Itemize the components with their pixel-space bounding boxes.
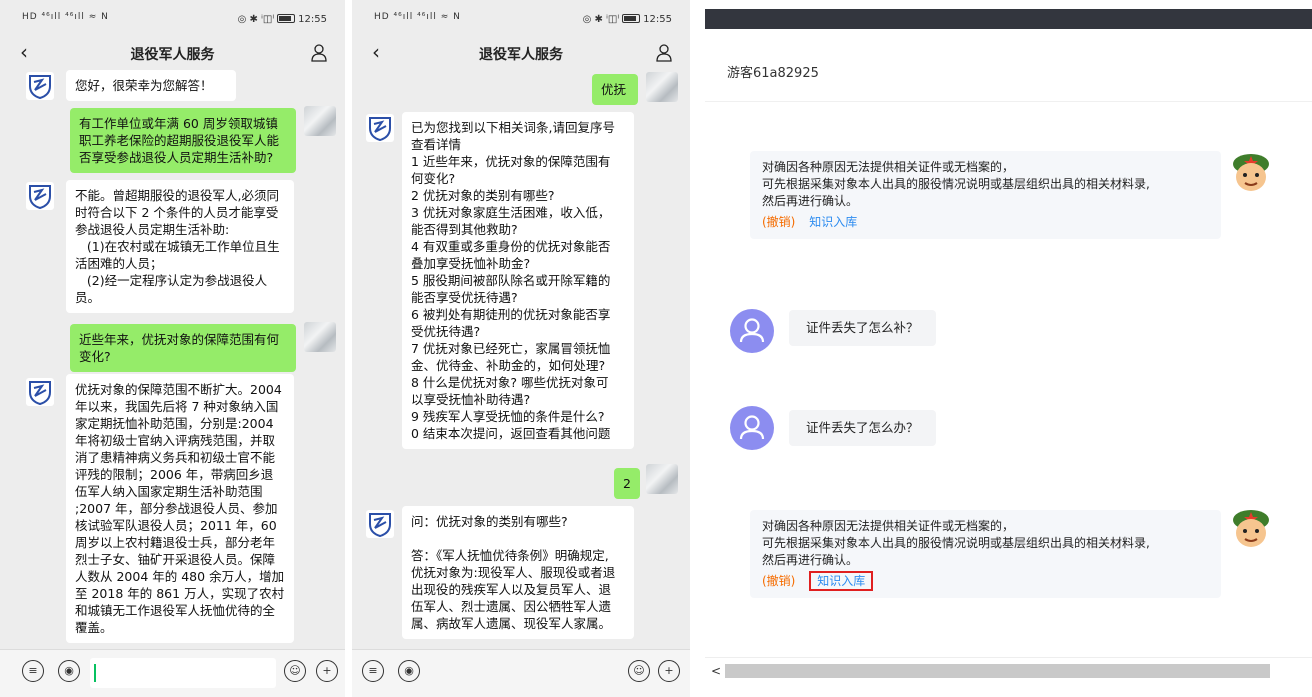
emoji-icon[interactable]: ☺ <box>628 660 650 682</box>
message-bubble: 您好，很荣幸为您解答！ <box>66 70 236 101</box>
message-list[interactable]: 优抚 已为您找到以下相关词条,请回复序号 查看详情 1 近些年来，优抚对象的保障… <box>352 70 690 649</box>
message-bubble: 有工作单位或年满 60 周岁领取城镇 职工养老保险的超期服役退役军人能 否享受参… <box>70 108 296 173</box>
answer-card: 对确因各种原因无法提供相关证件或无档案的， 可先根据采集对象本人出具的服役情况说… <box>750 151 1221 239</box>
bot-avatar-icon <box>26 378 54 406</box>
bot-avatar-icon <box>26 72 54 100</box>
scroll-thumb[interactable] <box>725 664 1270 678</box>
chat-title: 退役军人服务 <box>479 47 563 63</box>
menu-icon[interactable]: ≡ <box>22 660 44 682</box>
answer-line: 然后再进行确认。 <box>762 553 859 567</box>
status-bar: HD ⁴⁶ıll ⁴⁶ıll ≈ N ◎ ✱ ⁱ◫ˡ 12:55 <box>0 0 345 36</box>
status-bar: HD ⁴⁶ıll ⁴⁶ıll ≈ N ◎ ✱ ⁱ◫ˡ 12:55 <box>352 0 690 36</box>
scroll-left-icon[interactable]: < <box>711 664 721 678</box>
revoke-link[interactable]: (撤销) <box>762 215 795 229</box>
answer-card: 对确因各种原因无法提供相关证件或无档案的， 可先根据采集对象本人出具的服役情况说… <box>750 510 1221 598</box>
voice-icon[interactable]: ◉ <box>58 660 80 682</box>
voice-icon[interactable]: ◉ <box>398 660 420 682</box>
my-avatar <box>646 464 678 494</box>
visitor-name: 游客61a82925 <box>727 66 819 81</box>
visitor-header: 游客61a82925 <box>705 30 1312 102</box>
clock: 12:55 <box>298 14 327 25</box>
answer-line: 可先根据采集对象本人出具的服役情况说明或基层组织出具的相关材料录, <box>762 536 1150 550</box>
input-bar: ≡ ◉ ☺ + <box>352 649 690 697</box>
bot-avatar-icon <box>366 114 394 142</box>
message-bubble: 已为您找到以下相关词条,请回复序号 查看详情 1 近些年来，优抚对象的保障范围有… <box>402 112 634 449</box>
my-avatar <box>304 106 336 136</box>
message-bubble: 优抚 <box>592 74 638 105</box>
top-bar <box>705 9 1312 29</box>
message-input[interactable] <box>90 658 276 688</box>
battery-icon <box>277 14 296 23</box>
user-avatar-icon <box>730 309 774 353</box>
soldier-avatar-icon <box>1233 154 1269 191</box>
user-question-bubble: 证件丢失了怎么补？ <box>789 310 936 346</box>
revoke-link[interactable]: (撤销) <box>762 574 795 588</box>
answer-line: 可先根据采集对象本人出具的服役情况说明或基层组织出具的相关材料录, <box>762 177 1150 191</box>
knowledge-base-link[interactable]: 知识入库 <box>809 215 857 229</box>
user-avatar-icon <box>730 406 774 450</box>
profile-icon[interactable] <box>656 44 672 62</box>
message-bubble: 不能。曾超期服役的退役军人,必须同 时符合以下 2 个条件的人员才能享受 参战退… <box>66 180 294 313</box>
phone-chat-1: HD ⁴⁶ıll ⁴⁶ıll ≈ N ◎ ✱ ⁱ◫ˡ 12:55 ‹ 退役军人服… <box>0 0 345 697</box>
signal-indicators: HD ⁴⁶ıll ⁴⁶ıll ≈ N <box>22 12 109 22</box>
battery-icon <box>622 14 641 23</box>
answer-line: 对确因各种原因无法提供相关证件或无档案的， <box>762 519 1015 533</box>
knowledge-base-link-highlighted[interactable]: 知识入库 <box>809 571 874 591</box>
answer-line: 然后再进行确认。 <box>762 194 859 208</box>
plus-icon[interactable]: + <box>316 660 338 682</box>
message-bubble: 优抚对象的保障范围不断扩大。2004 年以来，我国先后将 7 种对象纳入国 家定… <box>66 374 294 643</box>
soldier-avatar-icon <box>1233 510 1269 547</box>
chat-header: ‹ 退役军人服务 <box>352 36 690 70</box>
bot-avatar-icon <box>366 510 394 538</box>
web-chat-panel: 游客61a82925 对确因各种原因无法提供相关证件或无档案的， 可先根据采集对… <box>705 0 1312 697</box>
phone-chat-2: HD ⁴⁶ıll ⁴⁶ıll ≈ N ◎ ✱ ⁱ◫ˡ 12:55 ‹ 退役军人服… <box>352 0 690 697</box>
message-bubble: 近些年来，优抚对象的保障范围有何 变化? <box>70 324 296 372</box>
screenshot-collage: HD ⁴⁶ıll ⁴⁶ıll ≈ N ◎ ✱ ⁱ◫ˡ 12:55 ‹ 退役军人服… <box>0 0 1312 697</box>
clock: 12:55 <box>643 14 672 25</box>
emoji-icon[interactable]: ☺ <box>284 660 306 682</box>
user-question-bubble: 证件丢失了怎么办？ <box>789 410 936 446</box>
chat-header: ‹ 退役军人服务 <box>0 36 345 70</box>
answer-actions: (撤销) 知识入库 <box>762 214 1209 231</box>
input-bar: ≡ ◉ ☺ + <box>0 649 345 697</box>
plus-icon[interactable]: + <box>658 660 680 682</box>
text-caret <box>94 664 96 682</box>
answer-actions: (撤销) 知识入库 <box>762 571 1209 591</box>
bot-avatar-icon <box>26 182 54 210</box>
message-list[interactable]: 您好，很荣幸为您解答！ 有工作单位或年满 60 周岁领取城镇 职工养老保险的超期… <box>0 70 345 649</box>
signal-indicators: HD ⁴⁶ıll ⁴⁶ıll ≈ N <box>374 12 461 22</box>
message-bubble: 问：优抚对象的类别有哪些? 答：《军人抚恤优待条例》明确规定, 优抚对象为:现役… <box>402 506 634 639</box>
profile-icon[interactable] <box>311 44 327 62</box>
status-right: ◎ ✱ ⁱ◫ˡ 12:55 <box>237 14 327 25</box>
menu-icon[interactable]: ≡ <box>362 660 384 682</box>
my-avatar <box>646 72 678 102</box>
horizontal-scrollbar[interactable]: < <box>705 657 1312 697</box>
answer-line: 对确因各种原因无法提供相关证件或无档案的， <box>762 160 1015 174</box>
status-right: ◎ ✱ ⁱ◫ˡ 12:55 <box>582 14 672 25</box>
message-bubble: 2 <box>614 468 640 499</box>
chat-title: 退役军人服务 <box>130 47 215 63</box>
my-avatar <box>304 322 336 352</box>
